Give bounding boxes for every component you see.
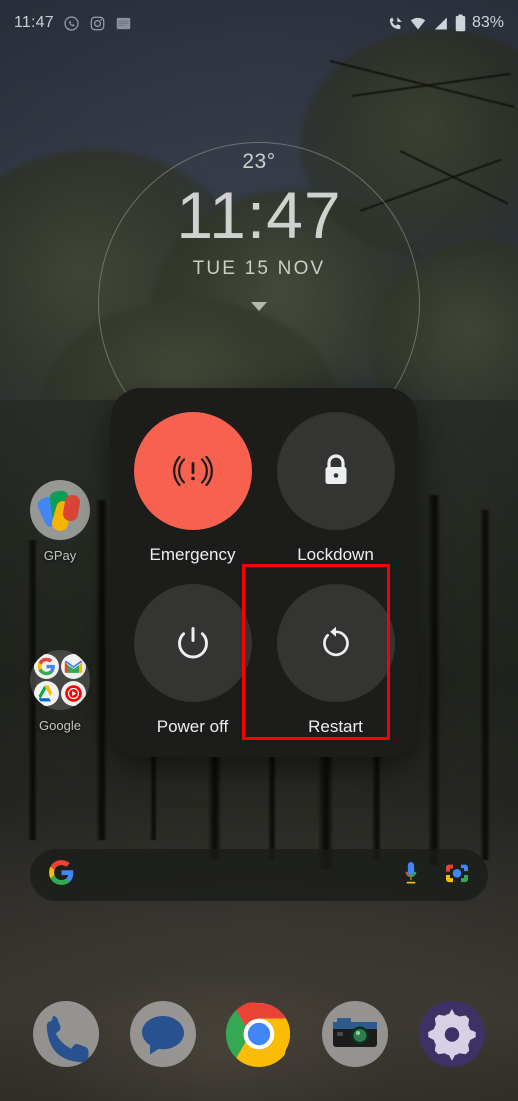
power-menu-item-lockdown[interactable]: Lockdown (264, 402, 407, 575)
status-bar-right: 83% (387, 14, 504, 32)
app-dock (0, 989, 518, 1079)
instagram-notification-icon (90, 16, 105, 30)
power-menu-label-lockdown: Lockdown (297, 544, 374, 564)
gmail-mini-icon (61, 654, 86, 679)
status-bar-left: 11:47 (14, 14, 132, 32)
android-home-screen: 11:47 83% 23° 11:47 TUE 15 NOV GPay Goog… (0, 0, 518, 1101)
dock-item-phone[interactable] (33, 1001, 100, 1067)
google-drive-mini-icon (34, 681, 59, 706)
google-search-bar[interactable] (30, 849, 488, 901)
google-g-icon (48, 859, 75, 891)
battery-percent-label: 83% (471, 14, 504, 31)
power-menu-item-restart[interactable]: Restart (242, 563, 407, 748)
google-folder-icon (30, 650, 90, 710)
phone-handset-icon (46, 1016, 89, 1063)
gpay-icon (30, 480, 90, 540)
camera-icon (333, 1018, 378, 1047)
restart-icon (322, 627, 349, 657)
lockdown-button-circle[interactable] (276, 411, 395, 530)
dock-item-settings[interactable] (418, 1001, 485, 1067)
dock-item-camera[interactable] (322, 1001, 389, 1067)
microphone-icon[interactable] (400, 861, 422, 890)
chat-bubble-icon (141, 1016, 184, 1055)
dock-item-chrome[interactable] (225, 1001, 292, 1067)
power-menu-item-emergency[interactable]: Emergency (121, 402, 264, 575)
mobile-signal-icon (434, 16, 447, 30)
power-menu-label-power-off: Power off (156, 717, 229, 737)
status-bar: 11:47 83% (0, 0, 518, 46)
gear-icon (428, 1009, 476, 1061)
call-forwarding-icon (389, 16, 402, 29)
restart-button-circle[interactable] (276, 584, 395, 703)
dock-item-messages[interactable] (129, 1001, 196, 1067)
wifi-icon (410, 17, 426, 30)
chrome-icon (225, 1002, 291, 1067)
google-lens-camera-icon[interactable] (444, 861, 470, 890)
app-folder-google[interactable]: Google (16, 650, 104, 733)
power-off-button-circle[interactable] (133, 584, 252, 703)
battery-icon (455, 14, 466, 32)
app-icon-gpay[interactable]: GPay (16, 480, 104, 563)
app-label-google: Google (39, 718, 81, 733)
power-icon (177, 627, 208, 659)
power-menu-label-restart: Restart (308, 717, 363, 737)
power-menu-item-power-off[interactable]: Power off (121, 575, 264, 748)
google-search-mini-icon (34, 654, 59, 679)
whatsapp-notification-icon (64, 15, 79, 31)
app-label-gpay: GPay (43, 548, 77, 563)
power-menu-label-emergency: Emergency (149, 544, 236, 564)
youtube-music-mini-icon (61, 681, 86, 706)
status-bar-clock: 11:47 (14, 14, 54, 31)
lock-icon (325, 454, 346, 484)
power-menu-dialog: Emergency Lockdown Power off Restart (111, 388, 417, 757)
generic-notification-icon (116, 17, 131, 29)
emergency-broadcast-icon (172, 455, 213, 486)
emergency-button-circle[interactable] (133, 411, 252, 530)
